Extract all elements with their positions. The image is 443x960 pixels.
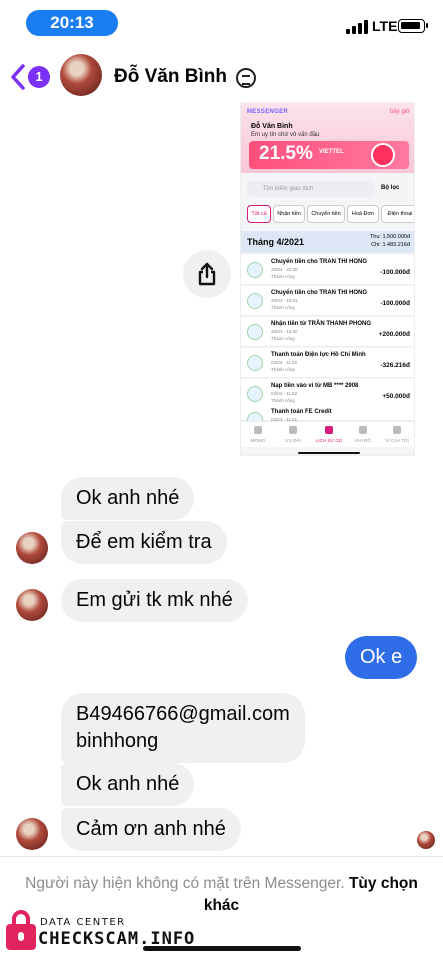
chat-header: 1 Đỗ Văn Bình: [0, 46, 443, 106]
contact-avatar[interactable]: [60, 54, 102, 96]
chat-icon: [359, 426, 367, 434]
nav-chat: KHI ĐỐ: [355, 438, 371, 443]
message-incoming[interactable]: Em gửi tk mk nhé: [61, 579, 248, 622]
transaction-amount: +50.000đ: [382, 393, 410, 400]
home-indicator: [143, 946, 301, 951]
tab-received: Nhận tiền: [273, 205, 305, 223]
transaction-title: Nạp tiền vào ví từ MB **** 2908: [271, 383, 359, 389]
transaction-title: Nhận tiền từ TRẦN THANH PHONG: [271, 321, 372, 327]
notice-text: Người này hiện không có mặt trên Messeng…: [20, 873, 423, 917]
signal-icon: [346, 20, 368, 34]
total-in: Thu: 1.500.000đ: [369, 234, 410, 240]
home-icon: [254, 426, 262, 434]
messenger-icon: [236, 68, 256, 88]
promo-banner: 21.5% VIETTEL: [249, 141, 409, 169]
transaction-status: Thành công: [271, 336, 295, 341]
topup-icon: [247, 386, 263, 402]
notification-time: bây giờ: [390, 109, 410, 115]
network-type: LTE: [372, 18, 398, 34]
transaction-row: Chuyển tiền cho TRAN THI HONG 20/04 - 20…: [241, 255, 414, 285]
filter-label: Bộ lọc: [381, 185, 400, 191]
history-icon: [325, 426, 333, 434]
transaction-status: Thành công: [271, 274, 295, 279]
notice-message: Người này hiện không có mặt trên Messeng…: [25, 875, 345, 892]
transaction-title: Thanh toán Điện lực Hồ Chí Minh: [271, 352, 366, 358]
notification-text: Em uy tín chứ vô vấn đầu: [251, 132, 320, 138]
transaction-date: 20/04 - 16:30: [271, 329, 298, 334]
contact-name[interactable]: Đỗ Văn Bình: [114, 66, 227, 88]
transaction-amount: +200.000đ: [378, 331, 410, 338]
transaction-amount: -326.216đ: [380, 362, 410, 369]
transaction-title: Thanh toán FE Credit: [271, 409, 332, 415]
total-out: Chi: 1.483.216đ: [371, 242, 410, 248]
transaction-date: 20/04 - 20:08: [271, 267, 298, 272]
contact-avatar-small[interactable]: [16, 589, 48, 621]
transaction-tabs: Tất cả Nhận tiền Chuyển tiền Hoá Đơn Điệ…: [247, 205, 414, 223]
transfer-icon: [247, 262, 263, 278]
message-outgoing[interactable]: Ok e: [345, 636, 418, 679]
watermark-small: DATA CENTER: [40, 917, 126, 928]
nav-offers: ƯU ĐÃI: [285, 438, 301, 443]
nav-history: LỊCH SỬ GD: [315, 438, 343, 443]
transaction-title: Chuyển tiền cho TRAN THI HONG: [271, 259, 367, 265]
receive-icon: [247, 324, 263, 340]
transaction-search: Tìm kiếm giao dịch: [247, 181, 375, 197]
message-incoming[interactable]: Ok anh nhé: [61, 763, 195, 806]
transaction-row: Chuyển tiền cho TRAN THI HONG 20/04 - 16…: [241, 286, 414, 316]
clock: 20:13: [26, 10, 118, 36]
month-header: Tháng 4/2021 Thu: 1.500.000đ Chi: 1.483.…: [241, 231, 414, 253]
screenshot-home-indicator: [298, 452, 360, 454]
back-button[interactable]: 1: [8, 62, 50, 92]
transaction-amount: -100.000đ: [380, 300, 410, 307]
chevron-left-icon: [11, 64, 25, 90]
electricity-icon: [247, 355, 263, 371]
transaction-status: Thành công: [271, 367, 295, 372]
transaction-status: Thành công: [271, 398, 295, 403]
unread-badge: 1: [28, 66, 50, 88]
read-receipt-avatar: [417, 831, 435, 849]
message-incoming[interactable]: Cảm ơn anh nhé: [61, 808, 241, 851]
tab-bills: Hoá Đơn: [347, 205, 379, 223]
transaction-date: 03/04 - 11:52: [271, 360, 298, 365]
message-password: binhhong: [76, 730, 159, 752]
notification-preview: MESSENGER bây giờ Đỗ Văn Bình Em uy tín …: [241, 103, 414, 173]
gift-icon: [289, 426, 297, 434]
contact-avatar-small[interactable]: [16, 818, 48, 850]
transfer-icon: [247, 293, 263, 309]
tab-phone: Điện thoại: [381, 205, 414, 223]
transaction-amount: -100.000đ: [380, 269, 410, 276]
share-button[interactable]: [183, 250, 231, 298]
message-incoming[interactable]: Ok anh nhé: [61, 477, 195, 520]
lock-icon: [6, 910, 36, 950]
status-bar: 20:13 LTE: [0, 0, 443, 46]
notification-app-label: MESSENGER: [247, 109, 289, 115]
message-incoming[interactable]: Để em kiểm tra: [61, 521, 227, 564]
message-email: B49466766@gmail.com: [76, 703, 290, 725]
transaction-status: Thành công: [271, 305, 295, 310]
shared-screenshot[interactable]: MESSENGER bây giờ Đỗ Văn Bình Em uy tín …: [240, 102, 415, 456]
transaction-row: Thanh toán Điện lực Hồ Chí Minh 03/04 - …: [241, 348, 414, 378]
nav-momo: MOMO: [250, 438, 266, 443]
transaction-date: 20/04 - 16:31: [271, 298, 298, 303]
transaction-row: Nhận tiền từ TRẦN THANH PHONG 20/04 - 16…: [241, 317, 414, 347]
nav-wallet: VÍ CỦA TÔI: [385, 438, 409, 443]
month-label: Tháng 4/2021: [247, 237, 305, 247]
message-incoming[interactable]: B49466766@gmail.com binhhong: [61, 693, 305, 763]
tab-all: Tất cả: [247, 205, 271, 223]
user-icon: [393, 426, 401, 434]
banner-brand: VIETTEL: [319, 149, 344, 155]
app-bottom-nav: MOMO ƯU ĐÃI LỊCH SỬ GD KHI ĐỐ VÍ CỦA TÔI: [241, 421, 414, 447]
transaction-title: Chuyển tiền cho TRAN THI HONG: [271, 290, 367, 296]
mascot-icon: [371, 143, 395, 167]
contact-avatar-small[interactable]: [16, 532, 48, 564]
notification-sender: Đỗ Văn Bình: [251, 123, 293, 130]
transaction-row: Thanh toán FE Credit 03/04 - 11:51: [241, 405, 414, 428]
transaction-date: 03/04 - 11:52: [271, 391, 298, 396]
tab-transfer: Chuyển tiền: [307, 205, 345, 223]
battery-icon: [398, 19, 428, 33]
share-icon: [198, 262, 216, 286]
banner-percent: 21.5%: [259, 143, 313, 164]
